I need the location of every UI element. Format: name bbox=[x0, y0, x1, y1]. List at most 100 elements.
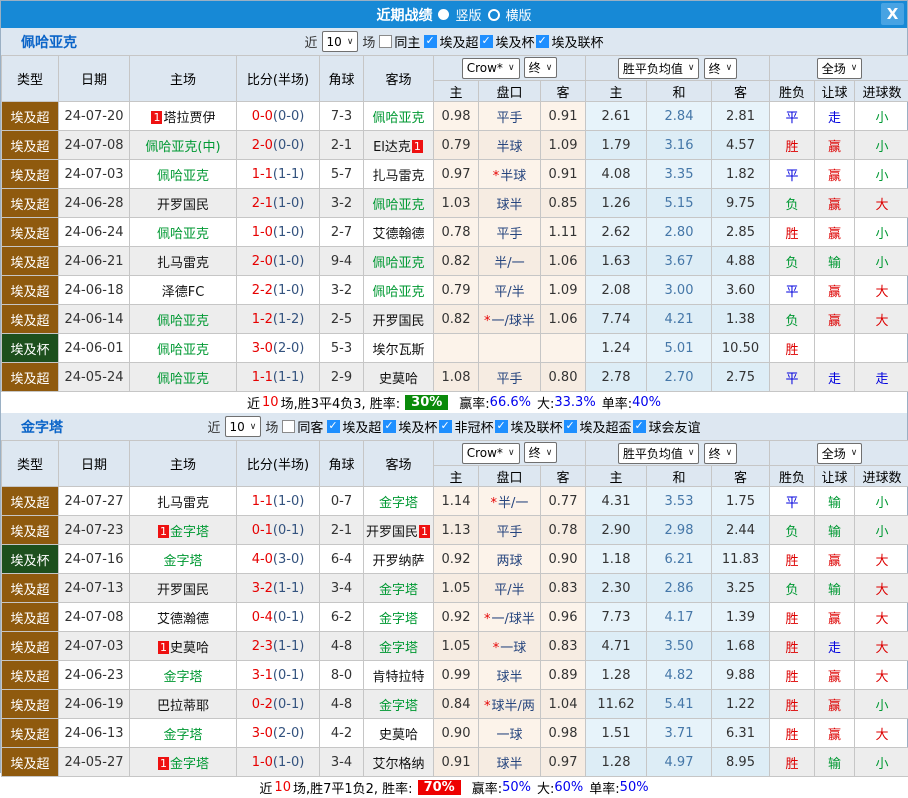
odds-state-select[interactable]: 终∨ bbox=[524, 442, 558, 463]
home-team-name: 巴拉蒂耶 bbox=[157, 699, 209, 714]
league-label: 埃及联杯 bbox=[510, 417, 562, 436]
odds-away-cell: 1.09 bbox=[541, 131, 586, 160]
games-count-select[interactable]: 10∨ bbox=[225, 416, 262, 437]
stat-value: 40% bbox=[632, 395, 661, 410]
home-team-name: 佩哈亚克 bbox=[157, 227, 209, 242]
odds-away-cell: 0.89 bbox=[541, 661, 586, 690]
mean-draw-cell: 2.70 bbox=[647, 363, 712, 392]
scope-select[interactable]: 全场∨ bbox=[817, 58, 863, 79]
mean-draw-cell: 4.82 bbox=[647, 661, 712, 690]
mean-state-select[interactable]: 终∨ bbox=[704, 443, 738, 464]
stat-label: 赢率: bbox=[472, 778, 502, 797]
mean-home-cell: 2.62 bbox=[586, 218, 647, 247]
mean-draw-cell: 6.21 bbox=[647, 545, 712, 574]
odds-state-select[interactable]: 终∨ bbox=[524, 57, 558, 78]
result-handicap-cell: 输 bbox=[815, 516, 855, 545]
date-cell: 24-05-24 bbox=[59, 363, 130, 392]
checkbox-icon[interactable] bbox=[495, 420, 508, 433]
odds-provider-select[interactable]: Crow*∨ bbox=[462, 443, 520, 464]
date-cell: 24-06-19 bbox=[59, 690, 130, 719]
match-row: 埃及超24-06-23金字塔3-1(0-1)8-0肯特拉特0.99球半0.891… bbox=[2, 661, 908, 690]
same-venue-checkbox[interactable]: 同主 bbox=[379, 32, 420, 51]
league-checkbox[interactable]: 埃及杯 bbox=[480, 32, 534, 51]
team-name: 佩哈亚克 bbox=[21, 32, 77, 52]
mean-draw-cell: 4.97 bbox=[647, 748, 712, 777]
same-venue-checkbox[interactable]: 同客 bbox=[282, 417, 323, 436]
corner-cell: 7-3 bbox=[320, 102, 364, 131]
league-checkbox[interactable]: 非冠杯 bbox=[439, 417, 493, 436]
league-checkbox[interactable]: 埃及超 bbox=[327, 417, 381, 436]
checkbox-icon[interactable] bbox=[633, 420, 646, 433]
sub-mean-away: 客 bbox=[712, 81, 770, 102]
mean-header: 胜平负均值∨ 终∨ bbox=[586, 56, 770, 81]
result-handicap-cell: 输 bbox=[815, 247, 855, 276]
checkbox-icon[interactable] bbox=[564, 420, 577, 433]
filter-bar: 金字塔 近 10∨ 场 同客 埃及超埃及杯非冠杯埃及联杯埃及超盃球会友谊 bbox=[1, 413, 907, 440]
score-cell: 1-1(1-1) bbox=[237, 160, 320, 189]
horizontal-layout-radio[interactable] bbox=[488, 9, 500, 21]
away-team-name: 扎马雷克 bbox=[372, 169, 424, 184]
sub-away: 客 bbox=[541, 81, 586, 102]
league-checkbox[interactable]: 埃及超盃 bbox=[564, 417, 631, 436]
home-team-cell: 1塔拉贾伊 bbox=[130, 102, 237, 131]
checkbox-icon[interactable] bbox=[480, 35, 493, 48]
league-checkbox[interactable]: 埃及联杯 bbox=[495, 417, 562, 436]
result-wdl-cell: 负 bbox=[770, 247, 815, 276]
halftime-score: (0-1) bbox=[273, 668, 304, 683]
mean-home-cell: 1.28 bbox=[586, 748, 647, 777]
result-handicap-cell: 赢 bbox=[815, 131, 855, 160]
league-checkbox[interactable]: 埃及杯 bbox=[383, 417, 437, 436]
league-checkbox[interactable]: 埃及联杯 bbox=[536, 32, 603, 51]
vertical-layout-radio[interactable] bbox=[438, 9, 449, 20]
home-team-name: 扎马雷克 bbox=[157, 256, 209, 271]
checkbox-icon[interactable] bbox=[424, 35, 437, 48]
corner-cell: 5-3 bbox=[320, 334, 364, 363]
league-checkbox[interactable]: 埃及超 bbox=[424, 32, 478, 51]
col-type: 类型 bbox=[2, 441, 59, 487]
away-team-cell: 开罗国民1 bbox=[364, 516, 434, 545]
mean-away-cell: 1.39 bbox=[712, 603, 770, 632]
type-cell: 埃及超 bbox=[2, 516, 59, 545]
home-team-name: 佩哈亚克 bbox=[157, 372, 209, 387]
mean-home-cell: 4.71 bbox=[586, 632, 647, 661]
type-cell: 埃及超 bbox=[2, 719, 59, 748]
dialog-title: 近期战绩 bbox=[376, 5, 432, 25]
horizontal-layout-label[interactable]: 横版 bbox=[506, 5, 532, 24]
halftime-score: (1-1) bbox=[273, 167, 304, 182]
mean-select[interactable]: 胜平负均值∨ bbox=[618, 443, 700, 464]
mean-state-select[interactable]: 终∨ bbox=[704, 58, 738, 79]
corner-cell: 3-2 bbox=[320, 276, 364, 305]
mean-select[interactable]: 胜平负均值∨ bbox=[618, 58, 700, 79]
scope-header: 全场∨ bbox=[770, 56, 908, 81]
score-cell: 1-2(1-2) bbox=[237, 305, 320, 334]
vertical-layout-label[interactable]: 竖版 bbox=[455, 5, 481, 24]
scope-select[interactable]: 全场∨ bbox=[817, 443, 863, 464]
league-checkbox[interactable]: 球会友谊 bbox=[633, 417, 700, 436]
checkbox-icon[interactable] bbox=[282, 420, 295, 433]
handicap-text: 一球 bbox=[496, 728, 522, 743]
fulltime-score: 1-1 bbox=[252, 370, 273, 385]
away-team-name: 肯特拉特 bbox=[372, 670, 424, 685]
away-team-name: 金字塔 bbox=[379, 583, 418, 598]
games-count-select[interactable]: 10∨ bbox=[322, 31, 359, 52]
fulltime-score: 2-0 bbox=[252, 254, 273, 269]
checkbox-icon[interactable] bbox=[383, 420, 396, 433]
score-cell: 2-2(1-0) bbox=[237, 276, 320, 305]
close-icon[interactable]: X bbox=[881, 3, 904, 25]
chevron-down-icon: ∨ bbox=[508, 63, 515, 73]
mean-draw-cell: 5.15 bbox=[647, 189, 712, 218]
checkbox-icon[interactable] bbox=[327, 420, 340, 433]
odds-provider-select[interactable]: Crow*∨ bbox=[462, 58, 520, 79]
checkbox-icon[interactable] bbox=[439, 420, 452, 433]
checkbox-icon[interactable] bbox=[536, 35, 549, 48]
away-team-name: El达克 bbox=[373, 140, 411, 155]
mean-away-cell: 2.75 bbox=[712, 363, 770, 392]
checkbox-icon[interactable] bbox=[379, 35, 392, 48]
result-handicap-cell: 赢 bbox=[815, 160, 855, 189]
handicap-cell: 平/半 bbox=[479, 276, 541, 305]
home-team-name: 佩哈亚克 bbox=[157, 169, 209, 184]
mean-away-cell: 1.75 bbox=[712, 487, 770, 516]
result-wdl-cell: 胜 bbox=[770, 545, 815, 574]
away-team-cell: 金字塔 bbox=[364, 632, 434, 661]
sub-mean-home: 主 bbox=[586, 466, 647, 487]
